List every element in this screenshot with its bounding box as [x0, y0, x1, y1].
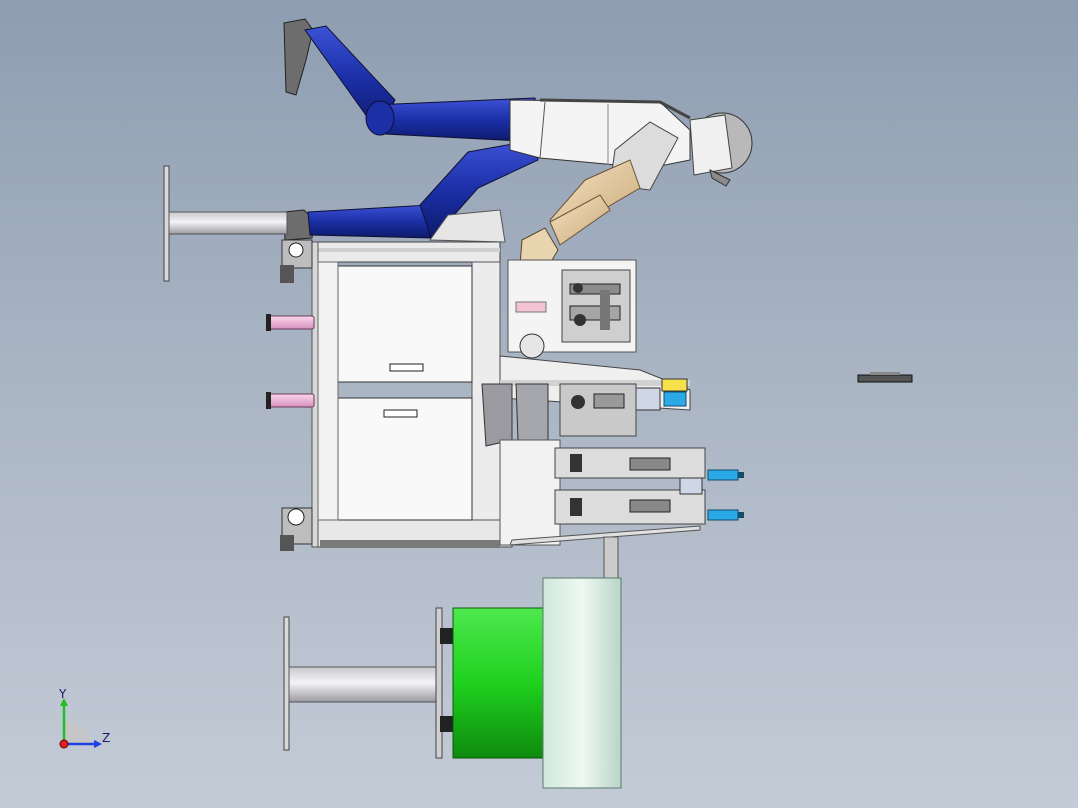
triad-arc: [64, 719, 90, 744]
door-handle-upper: [389, 363, 424, 372]
lower-shaft: [288, 666, 438, 703]
blue-actuator-1: [707, 469, 739, 481]
triad-z-label: Z: [102, 731, 111, 745]
triad-origin: [59, 739, 69, 749]
cad-viewport[interactable]: [0, 0, 1078, 808]
small-part: [857, 372, 913, 383]
view-triad[interactable]: [59, 698, 102, 749]
shin-lower: [307, 204, 433, 239]
upper-plate: [163, 165, 170, 282]
workstation: [481, 259, 744, 610]
round-fixture: [519, 333, 545, 359]
upper-shaft: [168, 211, 288, 235]
face: [689, 114, 733, 176]
slanted-panel-2: [515, 383, 549, 441]
caster-bottom: [280, 507, 313, 551]
blue-block-1: [663, 391, 687, 407]
upper-mount: [163, 165, 288, 282]
triad-y-label: Y: [59, 687, 67, 701]
lower-fixture-block: [499, 439, 561, 546]
drum-assembly: [283, 577, 622, 789]
green-drum: [452, 607, 546, 759]
knee-upper: [365, 100, 395, 136]
lower-plate: [283, 616, 290, 751]
caster-top: [280, 239, 313, 283]
pink-cylinder-lower: [267, 393, 315, 408]
machine: [266, 209, 513, 551]
pink-cylinder-upper: [267, 315, 315, 330]
yellow-block: [661, 378, 688, 392]
slanted-panel-1: [481, 383, 513, 447]
blue-actuator-2: [707, 509, 739, 521]
pale-drum: [542, 577, 622, 789]
door-handle-lower: [383, 409, 418, 418]
